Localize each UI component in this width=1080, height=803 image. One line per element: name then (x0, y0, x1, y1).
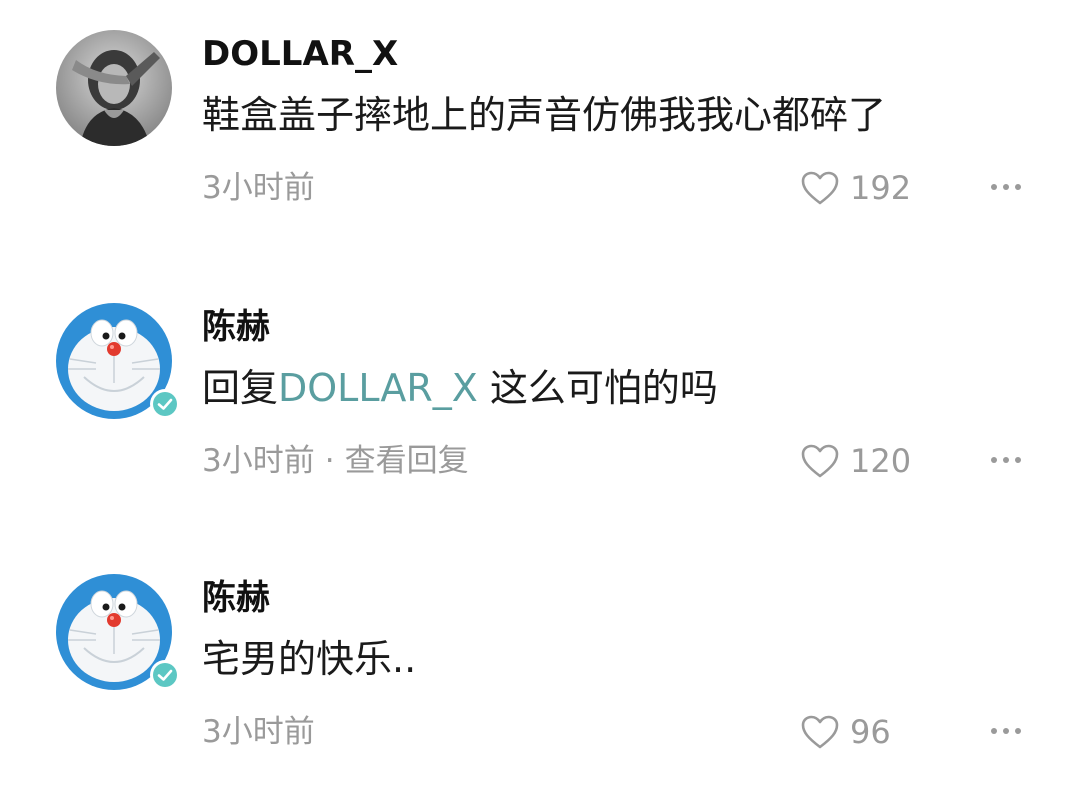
comment-meta: 3小时前 (202, 712, 315, 752)
avatar[interactable] (56, 30, 172, 146)
like-button[interactable]: 96 (800, 710, 891, 754)
comment-item: DOLLAR_X 鞋盒盖子摔地上的声音仿佛我我心都碎了 3小时前 192 (0, 22, 1080, 252)
more-dots-icon (991, 184, 1021, 190)
heart-outline-icon (801, 171, 839, 205)
mention-link[interactable]: DOLLAR_X (278, 366, 478, 410)
more-button[interactable] (986, 445, 1026, 475)
comment-text: 宅男的快乐.. (202, 637, 417, 681)
verified-check-icon (153, 392, 177, 416)
like-count: 192 (850, 169, 912, 207)
like-button[interactable]: 120 (800, 439, 911, 483)
like-count: 120 (850, 442, 912, 480)
reply-prefix: 回复 (202, 366, 279, 410)
more-dots-icon (991, 728, 1021, 734)
meta-separator: · (324, 443, 335, 479)
more-button[interactable] (986, 172, 1026, 202)
comment-item: 陈赫 宅男的快乐.. 3小时前 96 (0, 566, 1080, 796)
more-button[interactable] (986, 716, 1026, 746)
username[interactable]: 陈赫 (202, 576, 270, 620)
comment-text: 鞋盒盖子摔地上的声音仿佛我我心都碎了 (202, 93, 887, 137)
like-count: 96 (850, 713, 891, 751)
comment-text: 回复DOLLAR_X 这么可怕的吗 (202, 363, 718, 413)
comment-body: 这么可怕的吗 (477, 366, 718, 410)
comment-item: 陈赫 回复DOLLAR_X 这么可怕的吗 3小时前 · 查看回复 120 (0, 295, 1080, 525)
more-dots-icon (991, 457, 1021, 463)
timestamp: 3小时前 (202, 170, 315, 206)
timestamp: 3小时前 (202, 714, 315, 750)
comment-meta: 3小时前 · 查看回复 (202, 441, 469, 481)
heart-outline-icon (801, 444, 839, 478)
username[interactable]: 陈赫 (202, 305, 270, 349)
heart-outline-icon (801, 715, 839, 749)
username[interactable]: DOLLAR_X (202, 32, 398, 76)
like-button[interactable]: 192 (800, 166, 911, 210)
mona-lisa-dab-avatar (56, 30, 172, 146)
comment-meta: 3小时前 (202, 168, 315, 208)
timestamp: 3小时前 (202, 443, 315, 479)
verified-check-icon (153, 663, 177, 687)
view-replies-link[interactable]: 查看回复 (345, 443, 469, 479)
verified-badge (150, 660, 180, 690)
verified-badge (150, 389, 180, 419)
